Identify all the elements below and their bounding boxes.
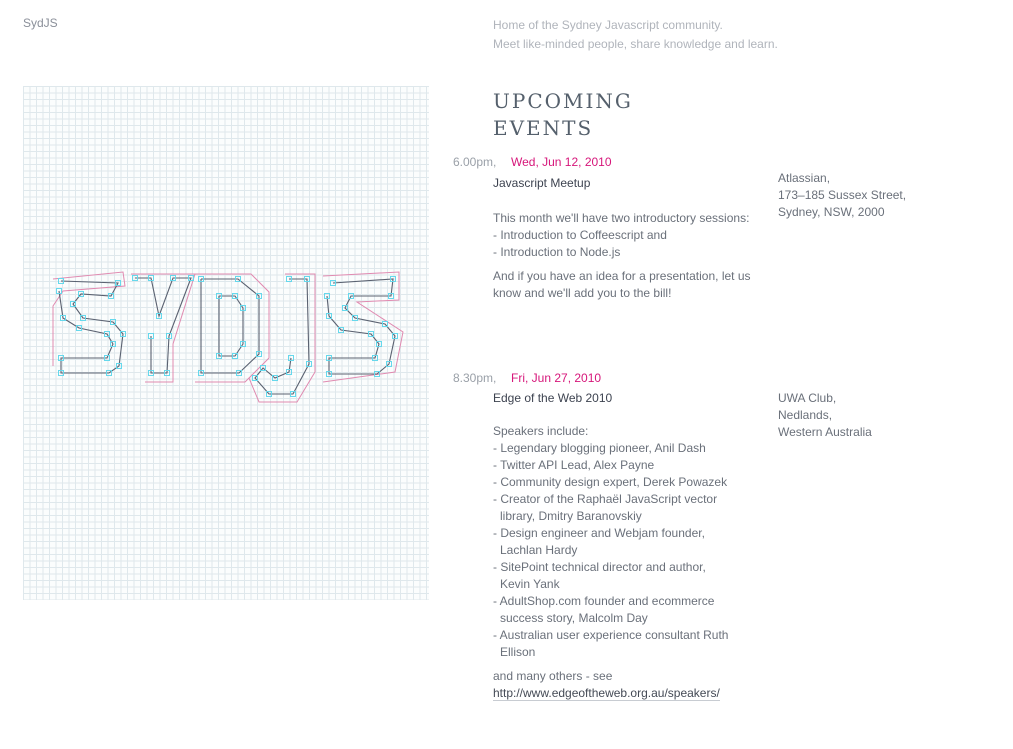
event-venue: UWA Club, Nedlands, Western Australia: [778, 390, 872, 441]
venue-line: Sydney, NSW, 2000: [778, 205, 885, 219]
list-item: - SitePoint technical director and autho…: [493, 560, 706, 591]
session-list: - Introduction to Coffeescript and - Int…: [493, 227, 763, 261]
event-description: Speakers include: - Legendary blogging p…: [493, 423, 733, 702]
event-outro: And if you have an idea for a presentati…: [493, 269, 751, 300]
list-item: - Introduction to Node.js: [493, 245, 621, 259]
site-name[interactable]: SydJS: [23, 16, 58, 30]
event-title: Javascript Meetup: [493, 176, 591, 190]
more-speakers-text: and many others - see: [493, 669, 613, 683]
upcoming-events-heading: UPCOMING EVENTS: [493, 88, 633, 142]
event-intro: This month we'll have two introductory s…: [493, 211, 750, 225]
event-date: Wed, Jun 12, 2010: [511, 155, 612, 169]
speaker-list: - Legendary blogging pioneer, Anil Dash …: [493, 440, 733, 661]
tagline: Home of the Sydney Javascript community.…: [493, 16, 778, 54]
heading-line: UPCOMING: [493, 89, 633, 113]
list-item: - Creator of the Raphaël JavaScript vect…: [493, 492, 718, 523]
heading-line: EVENTS: [493, 116, 594, 140]
sydjs-logo: [23, 86, 429, 600]
event-time: 6.00pm,: [453, 155, 497, 169]
venue-line: UWA Club,: [778, 391, 837, 405]
list-item: - AdultShop.com founder and ecommerce su…: [493, 594, 715, 625]
tagline-line: Home of the Sydney Javascript community.: [493, 18, 723, 32]
list-item: - Legendary blogging pioneer, Anil Dash: [493, 441, 706, 455]
venue-line: Western Australia: [778, 425, 872, 439]
event-date: Fri, Jun 27, 2010: [511, 371, 602, 385]
venue-line: 173–185 Sussex Street,: [778, 188, 907, 202]
event-title: Edge of the Web 2010: [493, 391, 613, 405]
speakers-link[interactable]: http://www.edgeoftheweb.org.au/speakers/: [493, 686, 720, 701]
event-time: 8.30pm,: [453, 371, 497, 385]
event-venue: Atlassian, 173–185 Sussex Street, Sydney…: [778, 170, 906, 221]
list-item: - Introduction to Coffeescript and: [493, 228, 667, 242]
list-item: - Community design expert, Derek Powazek: [493, 475, 728, 489]
venue-line: Atlassian,: [778, 171, 831, 185]
event-intro: Speakers include:: [493, 424, 589, 438]
venue-line: Nedlands,: [778, 408, 833, 422]
list-item: - Design engineer and Webjam founder, La…: [493, 526, 705, 557]
tagline-line: Meet like-minded people, share knowledge…: [493, 37, 778, 51]
list-item: - Australian user experience consultant …: [493, 628, 729, 659]
event-description: This month we'll have two introductory s…: [493, 210, 763, 302]
list-item: - Twitter API Lead, Alex Payne: [493, 458, 655, 472]
